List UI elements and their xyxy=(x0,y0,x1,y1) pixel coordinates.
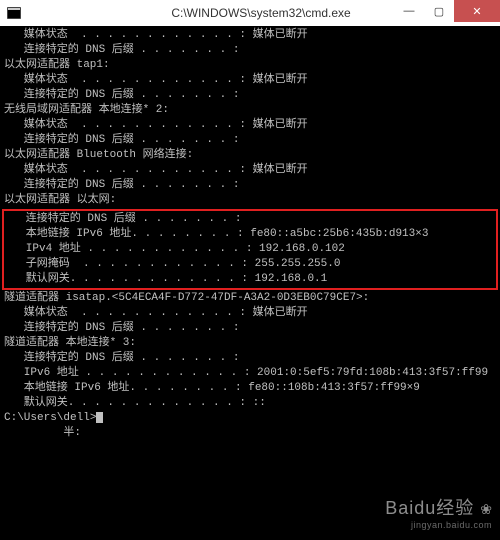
terminal-line: 默认网关. . . . . . . . . . . . . : 192.168.… xyxy=(6,272,494,287)
terminal-line: 隧道适配器 isatap.<5C4ECA4F-D772-47DF-A3A2-0D… xyxy=(4,291,496,306)
watermark-sub: 经验 xyxy=(436,498,474,518)
terminal-line: 媒体状态 . . . . . . . . . . . . : 媒体已断开 xyxy=(4,118,496,133)
terminal-line: 本地链接 IPv6 地址. . . . . . . . : fe80::a5bc… xyxy=(6,227,494,242)
terminal-line: 半: xyxy=(4,426,496,441)
terminal-line: 连接特定的 DNS 后缀 . . . . . . . : xyxy=(4,321,496,336)
titlebar[interactable]: C:\WINDOWS\system32\cmd.exe — ▢ ✕ xyxy=(0,0,500,27)
watermark-url: jingyan.baidu.com xyxy=(385,520,492,530)
terminal-line: 隧道适配器 本地连接* 3: xyxy=(4,336,496,351)
terminal-output[interactable]: 媒体状态 . . . . . . . . . . . . : 媒体已断开 连接特… xyxy=(0,26,500,540)
terminal-line: 连接特定的 DNS 后缀 . . . . . . . : xyxy=(4,178,496,193)
cursor xyxy=(96,412,103,423)
terminal-line: 媒体状态 . . . . . . . . . . . . : 媒体已断开 xyxy=(4,73,496,88)
highlighted-section: 连接特定的 DNS 后缀 . . . . . . . : 本地链接 IPv6 地… xyxy=(2,209,498,290)
watermark-brand: Baidu xyxy=(385,498,436,518)
close-button[interactable]: ✕ xyxy=(454,0,500,22)
terminal-line: 本地链接 IPv6 地址. . . . . . . . : fe80::108b… xyxy=(4,381,496,396)
paw-icon: ❀ xyxy=(480,501,492,518)
watermark: Baidu经验 ❀ jingyan.baidu.com xyxy=(385,494,492,530)
terminal-line: 无线局域网适配器 本地连接* 2: xyxy=(4,103,496,118)
terminal-line: 以太网适配器 tap1: xyxy=(4,58,496,73)
terminal-line: IPv4 地址 . . . . . . . . . . . . : 192.16… xyxy=(6,242,494,257)
minimize-button[interactable]: — xyxy=(394,0,424,22)
maximize-button[interactable]: ▢ xyxy=(424,0,454,22)
terminal-line: 默认网关. . . . . . . . . . . . . : :: xyxy=(4,396,496,411)
cmd-window: C:\WINDOWS\system32\cmd.exe — ▢ ✕ ▲ 媒体状态… xyxy=(0,0,500,540)
terminal-line: 连接特定的 DNS 后缀 . . . . . . . : xyxy=(4,43,496,58)
terminal-line: 连接特定的 DNS 后缀 . . . . . . . : xyxy=(4,351,496,366)
app-icon xyxy=(6,5,22,21)
terminal-line: 媒体状态 . . . . . . . . . . . . : 媒体已断开 xyxy=(4,306,496,321)
terminal-line: IPv6 地址 . . . . . . . . . . . . : 2001:0… xyxy=(4,366,496,381)
terminal-line: 连接特定的 DNS 后缀 . . . . . . . : xyxy=(4,133,496,148)
terminal-line: 连接特定的 DNS 后缀 . . . . . . . : xyxy=(6,212,494,227)
terminal-line: 以太网适配器 以太网: xyxy=(4,193,496,208)
terminal-line: 媒体状态 . . . . . . . . . . . . : 媒体已断开 xyxy=(4,28,496,43)
window-buttons: — ▢ ✕ xyxy=(394,0,500,22)
terminal-line: 以太网适配器 Bluetooth 网络连接: xyxy=(4,148,496,163)
terminal-line: 媒体状态 . . . . . . . . . . . . : 媒体已断开 xyxy=(4,163,496,178)
prompt-line[interactable]: C:\Users\dell> xyxy=(4,411,496,426)
terminal-line: 连接特定的 DNS 后缀 . . . . . . . : xyxy=(4,88,496,103)
terminal-line: 子网掩码 . . . . . . . . . . . . : 255.255.2… xyxy=(6,257,494,272)
